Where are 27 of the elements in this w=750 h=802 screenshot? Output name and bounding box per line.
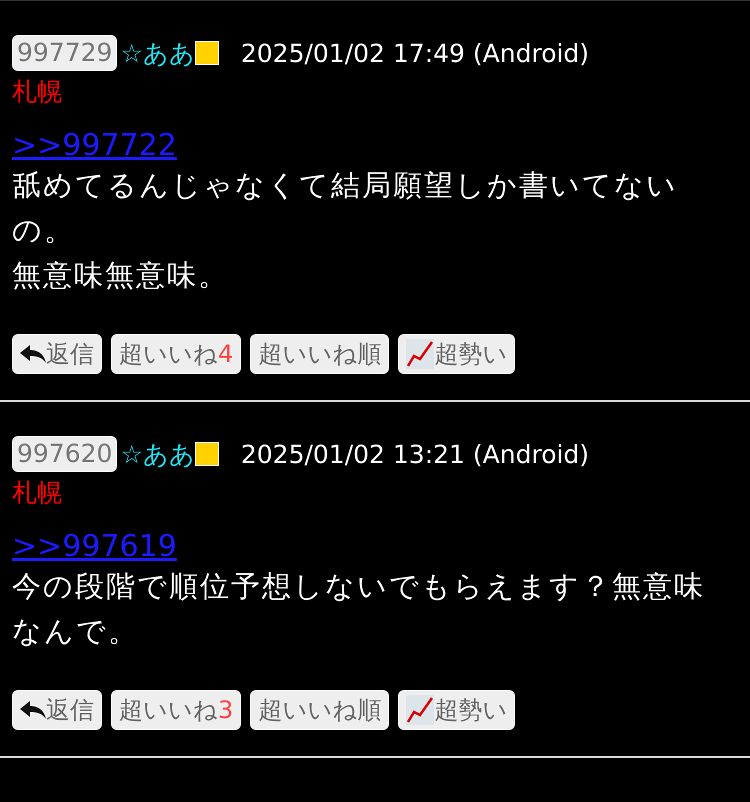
poster-name: ☆ああ: [120, 38, 195, 70]
reply-link[interactable]: >>997619: [12, 529, 177, 564]
chart-icon: [406, 339, 434, 369]
trend-button[interactable]: 超勢い: [398, 690, 516, 730]
poster-name: ☆ああ: [120, 438, 195, 470]
post-date: 2025/01/02 13:21 (Android): [240, 440, 590, 468]
post-number: 997729: [12, 35, 118, 71]
trend-button[interactable]: 超勢い: [398, 334, 516, 374]
square-icon: [194, 442, 219, 466]
square-icon: [194, 41, 219, 65]
post-location: 札幌: [12, 477, 63, 509]
reply-button[interactable]: 返信: [12, 334, 102, 374]
like-button[interactable]: 超いいね4: [111, 334, 242, 374]
post-number: 997620: [12, 436, 118, 472]
post-text: 今の段階で順位予想しないでもらえます？無意味なんで。: [12, 568, 706, 650]
sort-button[interactable]: 超いいね順: [250, 690, 390, 730]
reply-arrow-icon: [20, 345, 46, 363]
post-text: 舐めてるんじゃなくて結局願望しか書いてないの。: [12, 167, 679, 249]
reply-link[interactable]: >>997722: [12, 128, 177, 163]
sort-button[interactable]: 超いいね順: [250, 334, 390, 374]
reply-button[interactable]: 返信: [12, 690, 102, 730]
post-location: 札幌: [12, 76, 63, 108]
reply-arrow-icon: [20, 701, 46, 719]
post-text: 無意味無意味。: [12, 257, 230, 294]
like-button[interactable]: 超いいね3: [111, 690, 242, 730]
post-date: 2025/01/02 17:49 (Android): [240, 38, 590, 68]
chart-icon: [406, 695, 434, 725]
